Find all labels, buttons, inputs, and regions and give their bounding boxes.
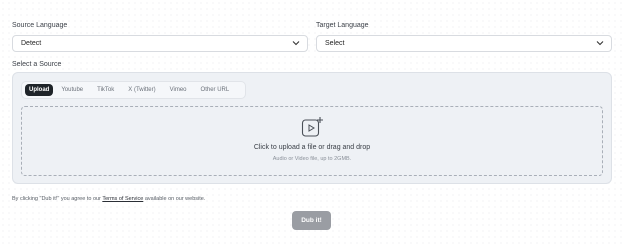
source-language-value: Detect (21, 40, 42, 47)
tab-upload[interactable]: Upload (25, 84, 54, 96)
dropzone-subtitle: Audio or Video file, up to 2GMB. (272, 156, 352, 162)
dub-it-button[interactable]: Dub it! (292, 211, 331, 230)
dropzone-title: Click to upload a file or drag and drop (253, 144, 371, 151)
source-language-select[interactable]: Detect (12, 35, 308, 52)
target-language-value: Select (325, 40, 345, 47)
chevron-down-icon (596, 41, 604, 46)
video-add-icon (301, 117, 323, 137)
terms-of-service-link[interactable]: Terms of Service (102, 196, 143, 202)
tab-x-twitter[interactable]: X (Twitter) (122, 84, 161, 96)
terms-suffix: available on our website. (143, 196, 206, 202)
source-language-label: Source Language (12, 22, 68, 29)
chevron-down-icon (292, 41, 300, 46)
select-source-label: Select a Source (12, 61, 62, 68)
tab-vimeo[interactable]: Vimeo (164, 84, 193, 96)
source-tabs: Upload Youtube TikTok X (Twitter) Vimeo … (21, 81, 246, 99)
target-language-label: Target Language (316, 22, 369, 29)
terms-prefix: By clicking "Dub it!" you agree to our (12, 196, 103, 202)
source-panel: Upload Youtube TikTok X (Twitter) Vimeo … (12, 72, 612, 184)
tab-tiktok[interactable]: TikTok (91, 84, 120, 96)
upload-dropzone[interactable]: Click to upload a file or drag and drop … (21, 106, 603, 176)
terms-notice: By clicking "Dub it!" you agree to our T… (12, 196, 205, 202)
target-language-select[interactable]: Select (316, 35, 612, 52)
tab-youtube[interactable]: Youtube (55, 84, 89, 96)
tab-other-url[interactable]: Other URL (195, 84, 236, 96)
